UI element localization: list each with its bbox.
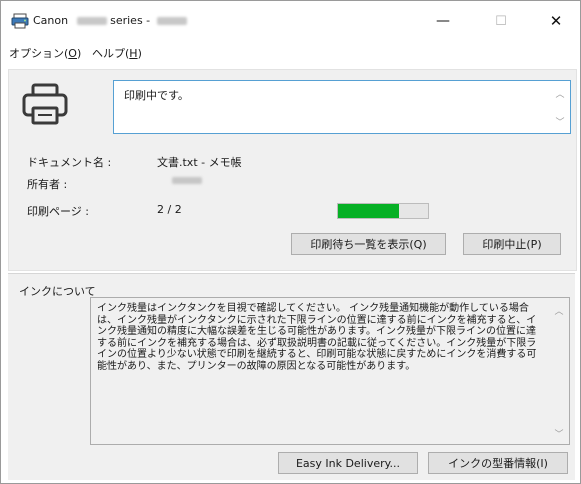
status-message-box[interactable]: 印刷中です。 ︿ ﹀ — [113, 80, 571, 134]
close-icon: ✕ — [549, 12, 563, 30]
menu-options-suffix: ) — [76, 47, 82, 60]
menu-options-label: オプション( — [9, 47, 69, 60]
owner-value — [172, 177, 202, 184]
blurred-model — [76, 17, 107, 25]
title-brand: Canon — [33, 14, 69, 27]
cancel-printing-button[interactable]: 印刷中止(P) — [463, 233, 561, 255]
print-pages-value: 2 / 2 — [157, 203, 182, 216]
menu-help-accel: H — [129, 47, 138, 60]
blurred-port — [156, 17, 187, 25]
menu-bar: オプション(O) ヘルプ(H) — [1, 45, 580, 63]
title-bar[interactable]: Canon series - — ☐ ✕ — [1, 1, 580, 41]
menu-help-label: ヘルプ( — [92, 47, 130, 60]
owner-label: 所有者 : — [27, 178, 68, 191]
ink-section-title: インクについて — [19, 285, 96, 298]
ink-info-text: インク残量はインクタンクを目視で確認してください。 インク残量通知機能が動作して… — [97, 303, 537, 372]
easy-ink-delivery-button[interactable]: Easy Ink Delivery... — [278, 452, 418, 474]
menu-options[interactable]: オプション(O) — [9, 45, 81, 61]
print-progress-bar — [337, 203, 429, 219]
close-button[interactable]: ✕ — [533, 1, 579, 41]
printer-status-window: Canon series - — ☐ ✕ オプション(O) ヘルプ(H) 印刷中… — [0, 0, 581, 484]
document-name-value: 文書.txt - メモ帳 — [157, 156, 242, 169]
progress-fill — [338, 204, 400, 218]
show-print-queue-button[interactable]: 印刷待ち一覧を表示(Q) — [291, 233, 446, 255]
menu-help-suffix: ) — [137, 47, 142, 60]
printer-app-icon — [11, 13, 29, 29]
menu-help[interactable]: ヘルプ(H) — [92, 45, 142, 61]
ink-info-box[interactable]: インク残量はインクタンクを目視で確認してください。 インク残量通知機能が動作して… — [90, 297, 570, 445]
status-message: 印刷中です。 — [124, 89, 189, 102]
status-panel: 印刷中です。 ︿ ﹀ ドキュメント名 : 文書.txt - メモ帳 所有者 : … — [8, 69, 577, 271]
menu-options-accel: O — [68, 47, 77, 60]
title-series: series - — [110, 14, 151, 27]
ink-model-info-button[interactable]: インクの型番情報(I) — [428, 452, 568, 474]
ink-panel: インクについて インク残量はインクタンクを目視で確認してください。 インク残量通… — [8, 273, 575, 480]
print-pages-label: 印刷ページ : — [27, 205, 89, 218]
maximize-icon: ☐ — [495, 13, 507, 29]
ink-scroll-up-icon[interactable]: ︿ — [553, 304, 565, 317]
maximize-button: ☐ — [478, 1, 524, 41]
minimize-button[interactable]: — — [420, 1, 466, 41]
document-name-label: ドキュメント名 : — [27, 156, 112, 169]
window-title: Canon series - — [33, 14, 187, 27]
scroll-up-icon[interactable]: ︿ — [554, 89, 566, 101]
scroll-down-icon[interactable]: ﹀ — [554, 117, 566, 129]
minimize-icon: — — [436, 13, 450, 29]
ink-scroll-down-icon[interactable]: ﹀ — [553, 427, 565, 440]
printer-icon — [22, 83, 68, 125]
